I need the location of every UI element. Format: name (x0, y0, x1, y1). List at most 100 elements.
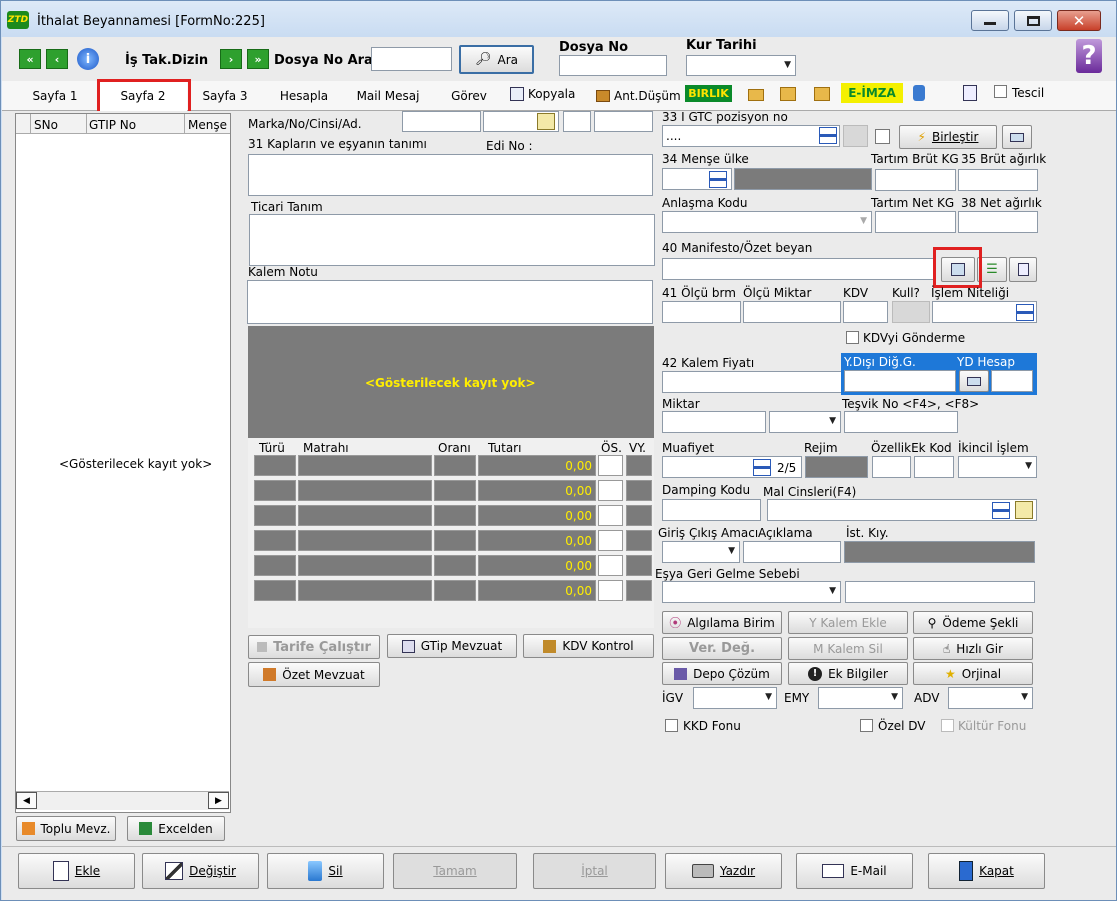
brut-agirlik-input[interactable] (958, 169, 1038, 191)
ikincil-islem-dropdown[interactable] (958, 456, 1037, 478)
kur-tarihi-dropdown[interactable] (686, 55, 796, 76)
anlasma-dropdown[interactable] (662, 211, 872, 233)
tab-sayfa-2[interactable]: Sayfa 2 (99, 81, 187, 111)
yd-hesap-input[interactable] (991, 370, 1033, 392)
birlestir-button[interactable]: ⚡ Birleştir (899, 125, 997, 149)
tax-matrahi-cell[interactable] (298, 505, 432, 526)
tax-turu-cell[interactable] (254, 480, 296, 501)
iptal-button[interactable]: İptal (533, 853, 656, 889)
minimize-button[interactable] (971, 10, 1009, 31)
yd-keyboard-button[interactable] (959, 370, 989, 392)
tax-tutari-cell[interactable]: 0,00 (478, 455, 596, 476)
yazdir-button[interactable]: Yazdır (665, 853, 782, 889)
last-record-button[interactable]: » (247, 49, 269, 69)
esya-geri-dropdown[interactable] (662, 581, 841, 603)
tax-turu-cell[interactable] (254, 555, 296, 576)
ticari-tanim-textarea[interactable] (249, 214, 655, 266)
kkd-fonu-checkbox[interactable] (665, 719, 678, 732)
ydisi-input[interactable] (844, 370, 956, 392)
tab-sayfa-3[interactable]: Sayfa 3 (191, 81, 259, 111)
olcu-brm-input[interactable] (662, 301, 741, 323)
tax-matrahi-cell[interactable] (298, 480, 432, 501)
mense-lookup-icon[interactable] (709, 171, 727, 188)
manifesto-upload-button[interactable] (1009, 257, 1037, 282)
is-takip-dizin-label[interactable]: İş Tak.Dizin (125, 54, 208, 68)
miktar-unit-dropdown[interactable] (769, 411, 841, 433)
emy-dropdown[interactable] (818, 687, 903, 709)
col-gtip-no[interactable]: GTIP No (89, 118, 136, 132)
giris-cikis-dropdown[interactable] (662, 541, 740, 563)
dosya-search-input[interactable] (371, 47, 452, 71)
tax-tutari-cell[interactable]: 0,00 (478, 580, 596, 601)
tab-mail-mesaj[interactable]: Mail Mesaj (347, 81, 429, 111)
ek-kod-input[interactable] (914, 456, 954, 478)
gtc-input[interactable]: .... (662, 125, 840, 147)
manifesto-input[interactable] (662, 258, 934, 280)
col-sno[interactable]: SNo (34, 118, 58, 132)
kalem-fiyati-input[interactable] (662, 371, 842, 393)
tax-matrahi-cell[interactable] (298, 580, 432, 601)
tab-sayfa-1[interactable]: Sayfa 1 (15, 81, 95, 111)
tesvik-input[interactable] (844, 411, 958, 433)
kaplar-textarea[interactable] (248, 154, 653, 196)
prev-record-button[interactable]: ‹ (46, 49, 68, 69)
ara-button[interactable]: 🔎︎ Ara (459, 45, 534, 74)
close-button[interactable]: ✕ (1057, 10, 1101, 31)
olcu-miktar-input[interactable] (743, 301, 841, 323)
lookup-icon[interactable] (819, 127, 837, 144)
tax-matrahi-cell[interactable] (298, 530, 432, 551)
tamam-button[interactable]: Tamam (393, 853, 517, 889)
scroll-left-button[interactable]: ◀ (16, 792, 37, 809)
birlik-button[interactable]: BIRLIK (685, 85, 732, 102)
tab-hesapla[interactable]: Hesapla (265, 81, 343, 111)
ozel-dv-checkbox[interactable] (860, 719, 873, 732)
ver-deg-button[interactable]: Ver. Değ. (662, 637, 782, 660)
tax-orani-cell[interactable] (434, 480, 476, 501)
toplu-mevz-button[interactable]: Toplu Mevz. (16, 816, 116, 841)
tax-tutari-cell[interactable]: 0,00 (478, 480, 596, 501)
info-button[interactable]: i (77, 48, 99, 70)
degistir-button[interactable]: Değiştir (142, 853, 259, 889)
kdv-kontrol-button[interactable]: KDV Kontrol (523, 634, 654, 658)
excelden-button[interactable]: Excelden (127, 816, 225, 841)
edit-note-icon[interactable] (1015, 501, 1033, 519)
tax-orani-cell[interactable] (434, 455, 476, 476)
grid-scrollbar[interactable] (16, 791, 229, 810)
dosya-no-input[interactable] (559, 55, 667, 76)
muafiyet-lookup-icon[interactable] (753, 459, 771, 476)
help-button[interactable]: ? (1076, 39, 1102, 73)
tax-turu-cell[interactable] (254, 505, 296, 526)
tescil-checkbox[interactable] (994, 85, 1007, 98)
sil-button[interactable]: Sil (267, 853, 384, 889)
tax-os-cell[interactable] (598, 505, 623, 526)
document-search-icon[interactable] (963, 85, 977, 101)
gtc-checkbox[interactable] (875, 129, 890, 144)
tax-os-cell[interactable] (598, 530, 623, 551)
folder-up-icon[interactable] (780, 87, 796, 101)
ek-bilgiler-button[interactable]: ! Ek Bilgiler (788, 662, 908, 685)
esya-geri-input[interactable] (845, 581, 1035, 603)
e-imza-button[interactable]: E-İMZA (841, 83, 903, 103)
tax-os-cell[interactable] (598, 455, 623, 476)
tax-orani-cell[interactable] (434, 505, 476, 526)
islem-lookup-icon[interactable] (1016, 304, 1034, 321)
keyboard-button[interactable] (1002, 125, 1032, 149)
damping-input[interactable] (662, 499, 761, 521)
ekle-button[interactable]: Ekle (18, 853, 135, 889)
kalem-notu-textarea[interactable] (247, 280, 653, 324)
maximize-button[interactable] (1014, 10, 1052, 31)
marka-input-3[interactable] (563, 111, 591, 132)
tax-vy-cell[interactable] (626, 455, 652, 476)
marka-input-4[interactable] (594, 111, 653, 132)
tax-vy-cell[interactable] (626, 505, 652, 526)
aciklama-input[interactable] (743, 541, 841, 563)
tax-orani-cell[interactable] (434, 580, 476, 601)
tax-tutari-cell[interactable]: 0,00 (478, 530, 596, 551)
kdv-gonderme-checkbox[interactable] (846, 331, 859, 344)
tartim-net-input[interactable] (875, 211, 956, 233)
depo-cozum-button[interactable]: Depo Çözüm (662, 662, 782, 685)
igv-dropdown[interactable] (693, 687, 777, 709)
edit-note-icon[interactable] (537, 113, 555, 130)
gtip-mevzuat-button[interactable]: GTip Mevzuat (387, 634, 517, 658)
tax-vy-cell[interactable] (626, 480, 652, 501)
